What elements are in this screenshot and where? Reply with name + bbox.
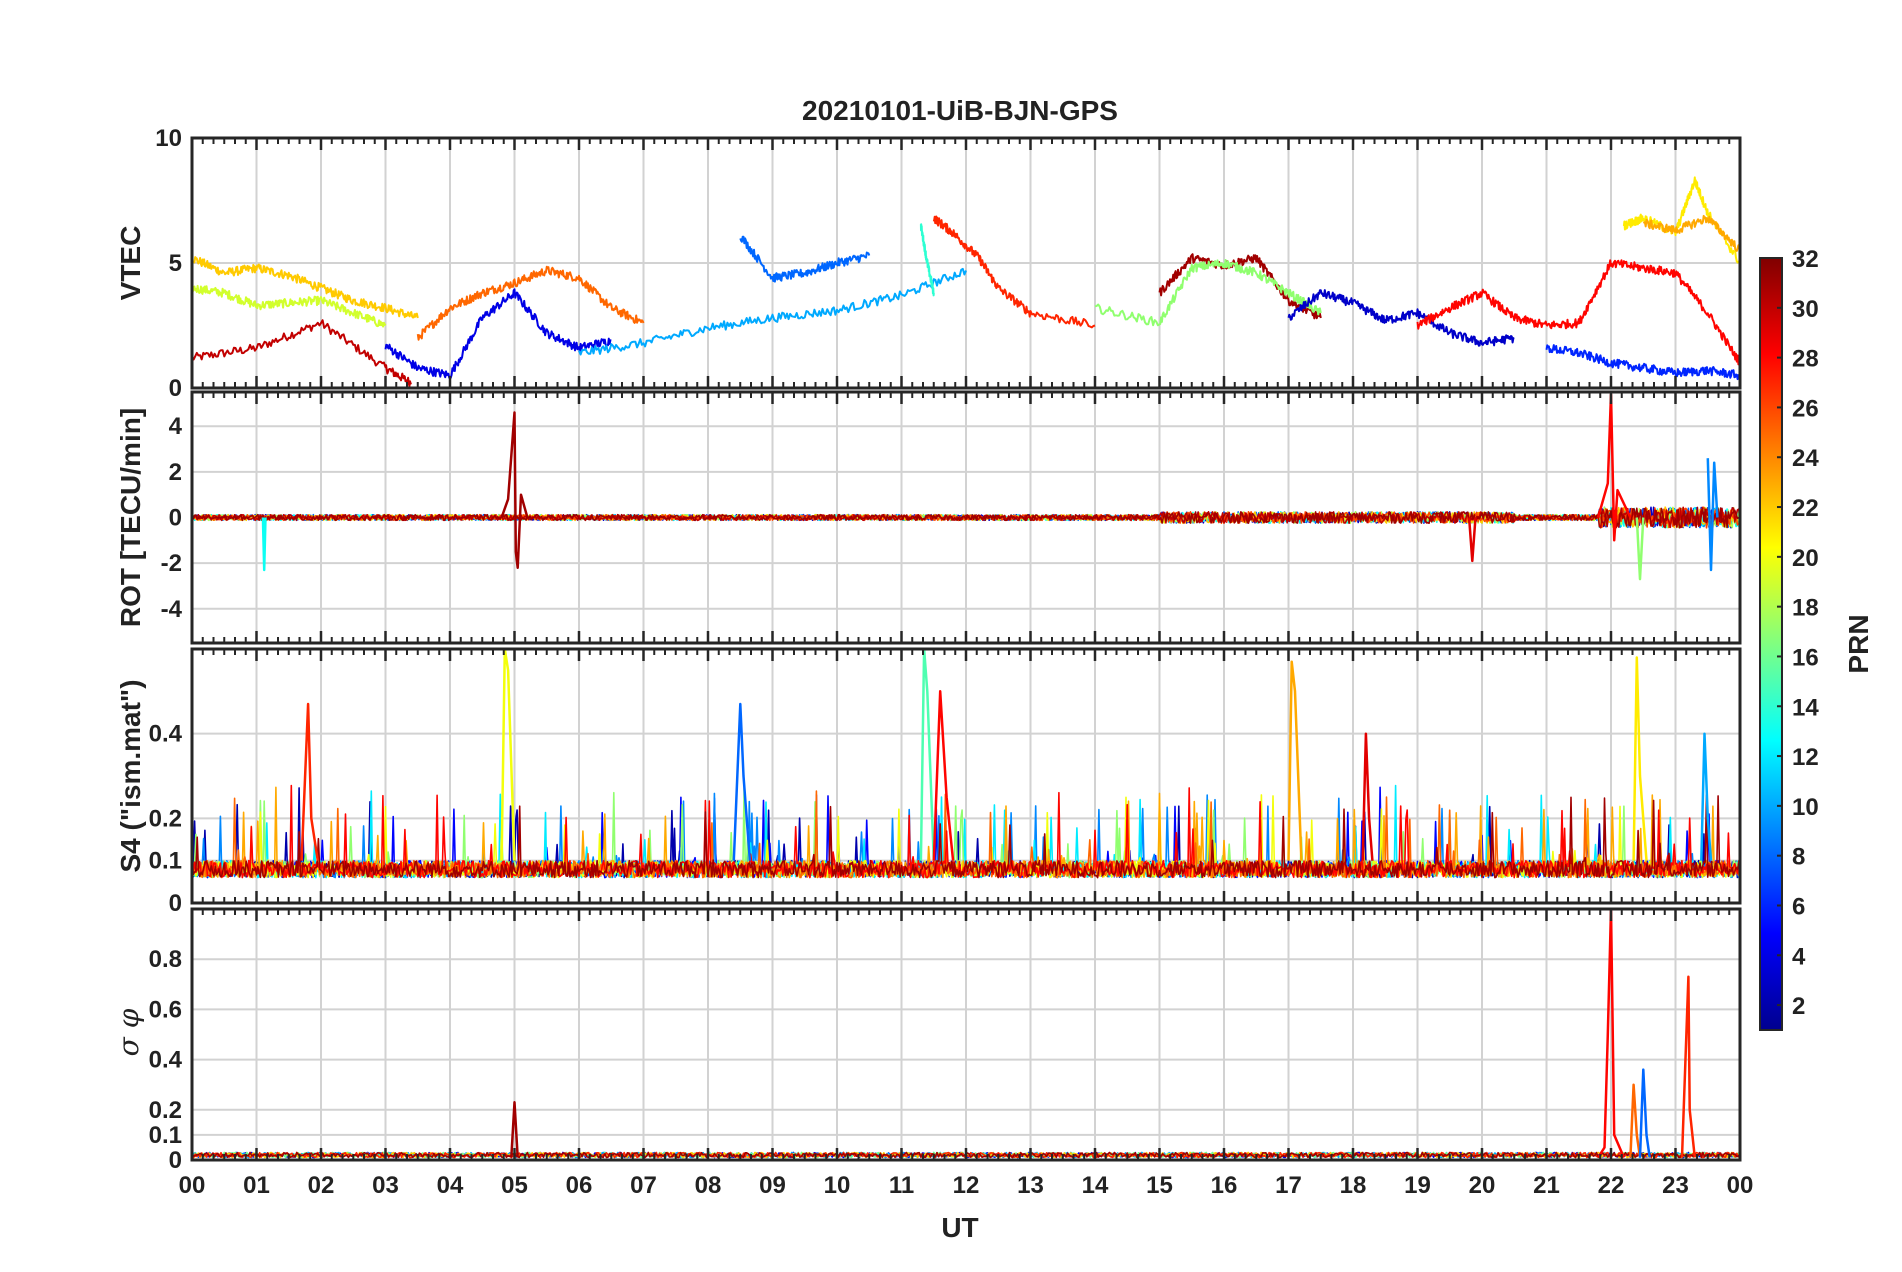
x-tick-label: 06 (566, 1172, 593, 1199)
y-tick-label: 0 (169, 505, 182, 532)
y-tick-label: 10 (155, 125, 182, 152)
x-tick-label: 04 (437, 1172, 464, 1199)
colorbar-tick-label: 30 (1792, 296, 1819, 323)
y-tick-label: 2 (169, 459, 182, 486)
y-tick-label: -4 (161, 596, 183, 623)
x-tick-label: 08 (695, 1172, 722, 1199)
x-tick-label: 15 (1146, 1172, 1173, 1199)
chart-title: 20210101-UiB-BJN-GPS (802, 95, 1118, 126)
x-tick-label: 13 (1017, 1172, 1044, 1199)
figure: 20210101-UiB-BJN-GPS 0510VTEC-4-2024ROT … (0, 0, 1902, 1272)
x-tick-label: 23 (1662, 1172, 1689, 1199)
y-tick-label: 0 (169, 1147, 182, 1174)
colorbar-tick-label: 16 (1792, 644, 1819, 671)
colorbar-tick-label: 4 (1792, 943, 1806, 970)
x-tick-label: 11 (889, 1172, 914, 1199)
x-tick-label: 00 (1727, 1172, 1754, 1199)
colorbar-tick-label: 14 (1792, 694, 1819, 721)
x-tick-label: 10 (824, 1172, 851, 1199)
colorbar-tick-label: 6 (1792, 893, 1805, 920)
colorbar-gradient (1759, 257, 1783, 1031)
x-axis-label: UT (941, 1212, 978, 1243)
x-tick-label: 00 (179, 1172, 206, 1199)
x-tick-label: 07 (630, 1172, 657, 1199)
y-tick-label: 0.4 (149, 1047, 183, 1074)
x-tick-label: 03 (372, 1172, 399, 1199)
colorbar-tick-label: 28 (1792, 346, 1819, 373)
figure-background (0, 0, 1902, 1272)
y-tick-label: -2 (161, 550, 182, 577)
colorbar-label: PRN (1843, 614, 1874, 673)
colorbar-tick-label: 12 (1792, 744, 1819, 771)
y-tick-label: 0 (169, 890, 182, 917)
x-tick-label: 05 (501, 1172, 528, 1199)
colorbar-tick-label: 2 (1792, 993, 1805, 1020)
y-tick-label: 0.1 (149, 848, 182, 875)
x-tick-label: 20 (1469, 1172, 1496, 1199)
y-axis-label: VTEC (115, 226, 146, 301)
colorbar-tick-label: 32 (1792, 246, 1819, 273)
colorbar-tick-label: 20 (1792, 545, 1819, 572)
x-tick-label: 12 (953, 1172, 980, 1199)
y-tick-label: 0.2 (149, 1097, 182, 1124)
series-line-prn-13 (261, 517, 267, 572)
x-tick-label: 09 (759, 1172, 786, 1199)
y-tick-label: 0.2 (149, 805, 182, 832)
x-tick-label: 16 (1211, 1172, 1238, 1199)
y-axis-label: S4 ("ism.mat") (115, 679, 146, 872)
x-tick-label: 14 (1082, 1172, 1109, 1199)
x-tick-label: 18 (1340, 1172, 1367, 1199)
x-tick-label: 19 (1404, 1172, 1431, 1199)
colorbar-tick-label: 24 (1792, 445, 1819, 472)
y-tick-label: 0.1 (149, 1122, 182, 1149)
x-tick-label: 01 (243, 1172, 270, 1199)
colorbar-tick-label: 26 (1792, 395, 1819, 422)
colorbar-tick-label: 10 (1792, 794, 1819, 821)
y-tick-label: 5 (169, 250, 182, 277)
x-tick-label: 17 (1275, 1172, 1302, 1199)
x-tick-label: 02 (308, 1172, 335, 1199)
x-tick-label: 21 (1533, 1172, 1560, 1199)
colorbar-tick-label: 22 (1792, 495, 1819, 522)
y-tick-label: 4 (169, 413, 183, 440)
colorbar-tick-label: 8 (1792, 844, 1805, 871)
y-tick-label: 0.6 (149, 996, 182, 1023)
y-tick-label: 0.8 (149, 946, 182, 973)
y-tick-label: 0 (169, 375, 182, 402)
y-axis-label: σ φ (112, 1008, 145, 1056)
y-axis-label: ROT [TECU/min] (115, 408, 146, 627)
x-tick-label: 22 (1598, 1172, 1625, 1199)
colorbar-tick-label: 18 (1792, 595, 1819, 622)
y-tick-label: 0.4 (149, 721, 183, 748)
